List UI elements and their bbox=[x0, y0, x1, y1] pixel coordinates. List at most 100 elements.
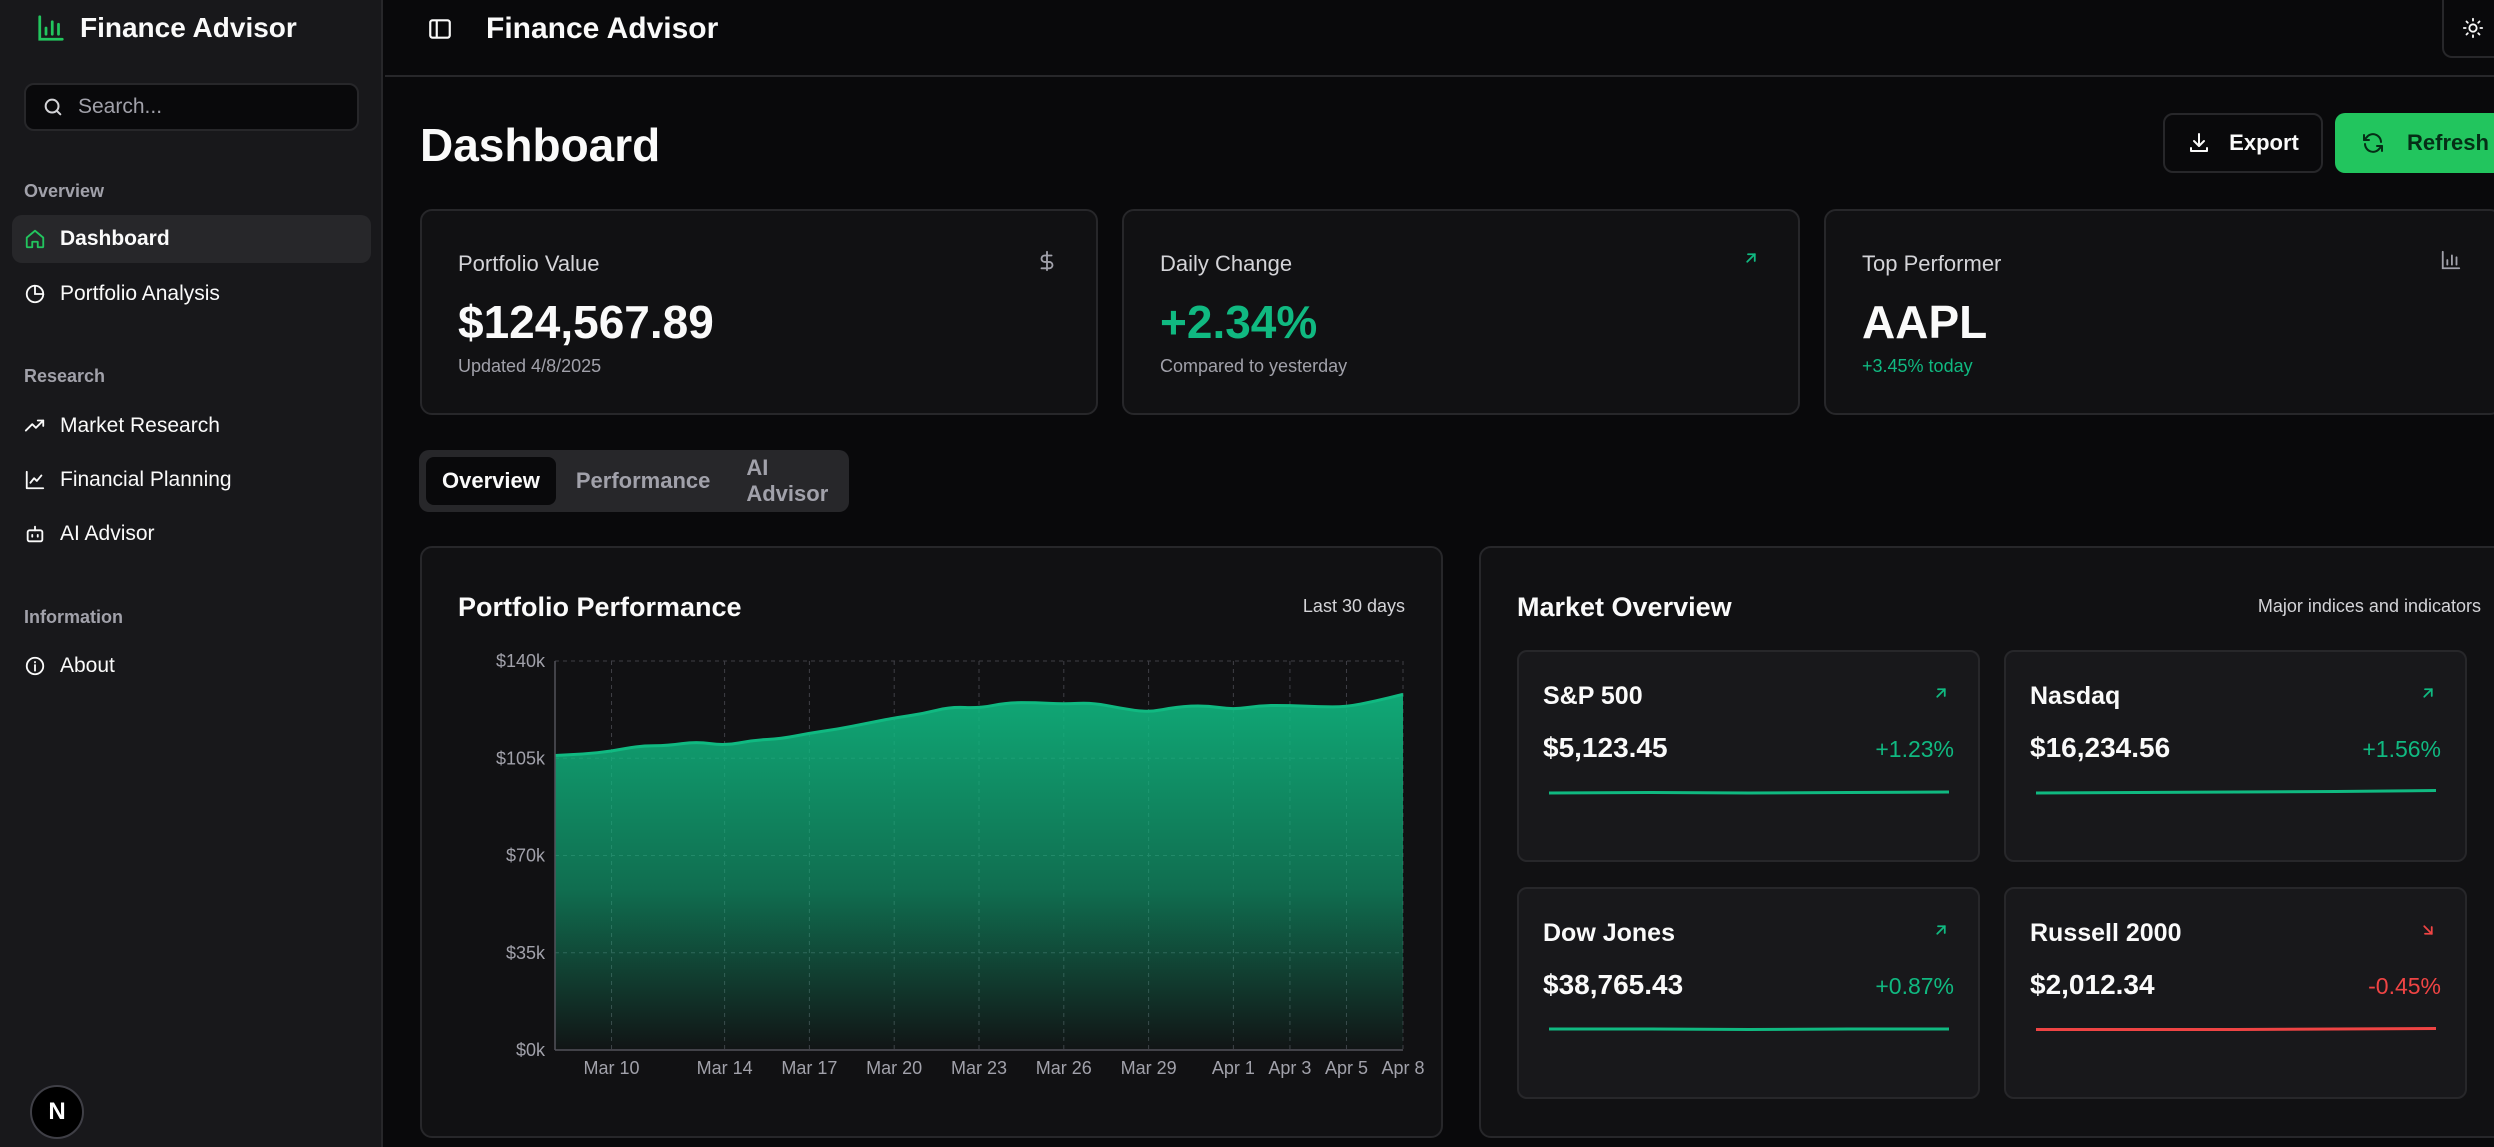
panel-title: Market Overview bbox=[1517, 592, 1732, 622]
stat-card-daily-change: Daily Change +2.34% Compared to yesterda… bbox=[1122, 209, 1800, 415]
search-icon bbox=[42, 96, 64, 118]
nav-group-overview-label: Overview bbox=[24, 181, 105, 201]
sidebar-item-ai-advisor[interactable]: AI Advisor bbox=[12, 510, 371, 558]
sidebar: Finance Advisor Overview Dashboard Portf… bbox=[0, 0, 383, 1147]
sidebar-item-about[interactable]: About bbox=[12, 642, 371, 690]
x-tick-label: Mar 20 bbox=[866, 1058, 922, 1078]
market-value: $2,012.34 bbox=[2030, 969, 2155, 1000]
refresh-icon bbox=[2361, 131, 2385, 155]
stat-card-top-performer: Top Performer AAPL +3.45% today bbox=[1824, 209, 2494, 415]
y-tick-label: $70k bbox=[506, 846, 546, 866]
top-header: Finance Advisor bbox=[385, 0, 2494, 77]
sidebar-toggle-icon[interactable] bbox=[427, 16, 453, 42]
x-tick-label: Mar 14 bbox=[697, 1058, 753, 1078]
sidebar-item-label: AI Advisor bbox=[60, 522, 155, 545]
nav-group-research-label: Research bbox=[24, 366, 106, 386]
sparkline bbox=[2036, 789, 2436, 795]
market-card-nasdaq[interactable]: Nasdaq $16,234.56 +1.56% bbox=[2004, 650, 2467, 862]
arrow-down-right-icon bbox=[2419, 921, 2437, 939]
panel-subtitle: Major indices and indicators bbox=[2257, 596, 2481, 616]
market-card-sp500[interactable]: S&P 500 $5,123.45 +1.23% bbox=[1517, 650, 1980, 862]
refresh-label: Refresh bbox=[2407, 130, 2489, 155]
market-name: Russell 2000 bbox=[2030, 919, 2182, 947]
portfolio-performance-chart: $0k $35k $70k $105k $140k Mar 10 Mar 14 Mar 17 M… bbox=[496, 651, 1425, 1078]
bar-chart-icon bbox=[2440, 249, 2462, 271]
search-box[interactable] bbox=[24, 83, 359, 131]
stat-card-portfolio-value: Portfolio Value $124,567.89 Updated 4/8/… bbox=[420, 209, 1098, 415]
tab-overview[interactable]: Overview bbox=[426, 457, 556, 505]
x-tick-label: Apr 3 bbox=[1268, 1058, 1311, 1078]
header-title: Finance Advisor bbox=[486, 12, 719, 45]
x-tick-label: Apr 5 bbox=[1325, 1058, 1368, 1078]
x-tick-label: Apr 1 bbox=[1212, 1058, 1255, 1078]
market-change: +1.56% bbox=[2362, 736, 2441, 762]
pie-chart-icon bbox=[24, 283, 46, 305]
arrow-up-right-icon bbox=[1932, 921, 1950, 939]
x-tick-label: Mar 29 bbox=[1121, 1058, 1177, 1078]
search-input[interactable] bbox=[76, 94, 346, 120]
export-button[interactable]: Export bbox=[2163, 113, 2323, 173]
market-change: +0.87% bbox=[1875, 973, 1954, 999]
dashboard-tabs: Overview Performance AI Advisor bbox=[419, 450, 849, 512]
home-icon bbox=[24, 228, 46, 250]
trending-up-icon bbox=[24, 415, 46, 437]
stat-label: Portfolio Value bbox=[458, 251, 600, 276]
sidebar-item-portfolio-analysis[interactable]: Portfolio Analysis bbox=[12, 270, 371, 318]
nav-group-information-label: Information bbox=[24, 607, 123, 627]
stat-value: $124,567.89 bbox=[458, 296, 714, 348]
sidebar-item-label: Dashboard bbox=[60, 227, 170, 250]
brand[interactable]: Finance Advisor bbox=[36, 8, 297, 48]
export-label: Export bbox=[2229, 130, 2299, 155]
stat-sub: Updated 4/8/2025 bbox=[458, 356, 602, 376]
arrow-up-right-icon bbox=[1932, 684, 1950, 702]
sidebar-item-label: About bbox=[60, 654, 115, 677]
stat-value: AAPL bbox=[1862, 296, 1988, 348]
x-tick-label: Mar 10 bbox=[584, 1058, 640, 1078]
tab-performance[interactable]: Performance bbox=[560, 457, 727, 505]
market-name: S&P 500 bbox=[1543, 682, 1643, 710]
bot-icon bbox=[24, 523, 46, 545]
bar-chart-logo-icon bbox=[36, 13, 66, 43]
theme-toggle-button[interactable] bbox=[2442, 0, 2494, 58]
sparkline bbox=[1549, 1027, 1949, 1032]
framework-badge[interactable]: N bbox=[30, 1085, 84, 1139]
dollar-icon bbox=[1036, 249, 1058, 273]
market-overview-panel: Market Overview Major indices and indica… bbox=[1479, 546, 2494, 1138]
info-icon bbox=[24, 655, 46, 677]
y-tick-label: $105k bbox=[496, 748, 546, 768]
sidebar-item-market-research[interactable]: Market Research bbox=[12, 402, 371, 450]
sidebar-item-financial-planning[interactable]: Financial Planning bbox=[12, 456, 371, 504]
x-tick-label: Mar 26 bbox=[1036, 1058, 1092, 1078]
sidebar-item-label: Portfolio Analysis bbox=[60, 282, 220, 305]
line-chart-icon bbox=[24, 469, 46, 491]
tab-ai-advisor[interactable]: AI Advisor bbox=[730, 455, 849, 506]
arrow-up-right-icon bbox=[2419, 684, 2437, 702]
x-tick-label: Apr 8 bbox=[1381, 1058, 1424, 1078]
market-value: $5,123.45 bbox=[1543, 732, 1668, 763]
x-tick-label: Mar 17 bbox=[781, 1058, 837, 1078]
market-change: +1.23% bbox=[1875, 736, 1954, 762]
portfolio-area bbox=[555, 694, 1403, 1050]
sparkline bbox=[1549, 790, 1949, 795]
market-value: $38,765.43 bbox=[1543, 969, 1684, 1000]
arrow-up-right-icon bbox=[1742, 249, 1760, 267]
market-card-dow-jones[interactable]: Dow Jones $38,765.43 +0.87% bbox=[1517, 887, 1980, 1099]
sun-icon bbox=[2462, 17, 2484, 39]
stat-sub: +3.45% today bbox=[1862, 356, 1973, 376]
market-value: $16,234.56 bbox=[2030, 732, 2171, 763]
sidebar-item-dashboard[interactable]: Dashboard bbox=[12, 215, 371, 263]
stat-label: Daily Change bbox=[1160, 251, 1293, 276]
download-icon bbox=[2187, 131, 2211, 155]
stat-sub: Compared to yesterday bbox=[1160, 356, 1348, 376]
market-change: -0.45% bbox=[2368, 973, 2441, 999]
sidebar-item-label: Market Research bbox=[60, 414, 220, 437]
page-title: Dashboard bbox=[420, 119, 661, 171]
refresh-button[interactable]: Refresh bbox=[2335, 113, 2494, 173]
stat-value: +2.34% bbox=[1160, 296, 1318, 348]
market-name: Dow Jones bbox=[1543, 919, 1675, 947]
y-tick-label: $35k bbox=[506, 943, 546, 963]
brand-title: Finance Advisor bbox=[80, 12, 297, 43]
y-tick-label: $0k bbox=[516, 1040, 546, 1060]
x-tick-label: Mar 23 bbox=[951, 1058, 1007, 1078]
market-card-russell-2000[interactable]: Russell 2000 $2,012.34 -0.45% bbox=[2004, 887, 2467, 1099]
